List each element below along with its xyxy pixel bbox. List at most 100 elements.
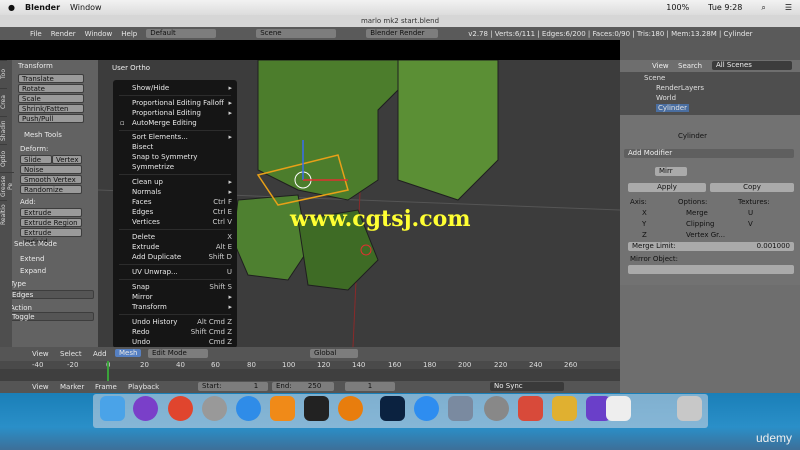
extrude-indiv-button[interactable]: Extrude Individ... bbox=[20, 228, 82, 246]
window-menu-blender[interactable]: Window bbox=[85, 30, 113, 38]
vertex-button[interactable]: Vertex bbox=[52, 155, 82, 164]
merge-checkbox[interactable]: Merge bbox=[686, 209, 708, 217]
sync-select[interactable]: No Sync bbox=[490, 382, 564, 391]
rotate-button[interactable]: Rotate bbox=[18, 84, 84, 93]
apple-icon[interactable]: ● bbox=[8, 3, 15, 12]
vertex-groups-checkbox[interactable]: Vertex Gr... bbox=[686, 231, 725, 239]
unity-icon[interactable] bbox=[304, 396, 329, 421]
menu-item-mirror[interactable]: Mirror ▸ bbox=[113, 292, 237, 302]
document-icon[interactable] bbox=[606, 396, 631, 421]
drink-icon[interactable] bbox=[518, 396, 543, 421]
view-menu[interactable]: View bbox=[32, 350, 49, 358]
texture-u-checkbox[interactable]: U bbox=[748, 209, 753, 217]
current-frame-field[interactable]: 1 bbox=[345, 382, 395, 391]
menu-item-sort-elements[interactable]: Sort Elements... ▸ bbox=[113, 132, 237, 142]
timeline[interactable]: -40 -20 0 20 40 60 80 100 120 140 160 18… bbox=[0, 361, 620, 381]
merge-limit-field[interactable]: Merge Limit: 0.001000 bbox=[628, 242, 794, 251]
end-frame-field[interactable]: End: 250 bbox=[272, 382, 334, 391]
finder-icon[interactable] bbox=[100, 396, 125, 421]
axis-z-checkbox[interactable]: Z bbox=[642, 231, 647, 239]
extrude-button[interactable]: Extrude bbox=[20, 208, 82, 217]
expand-checkbox[interactable]: Expand bbox=[20, 267, 46, 275]
menu-item-automerge[interactable]: ▫ AutoMerge Editing bbox=[113, 118, 237, 128]
search-icon[interactable]: ⌕ bbox=[761, 3, 765, 13]
system-preferences-icon[interactable] bbox=[484, 396, 509, 421]
extrude-region-button[interactable]: Extrude Region bbox=[20, 218, 82, 227]
add-menu[interactable]: Add bbox=[93, 350, 107, 358]
help-menu[interactable]: Help bbox=[121, 30, 137, 38]
playhead[interactable] bbox=[107, 361, 109, 381]
trash-icon[interactable] bbox=[677, 396, 702, 421]
render-menu[interactable]: Render bbox=[51, 30, 76, 38]
tl-view-menu[interactable]: View bbox=[32, 383, 49, 391]
vlc-icon[interactable] bbox=[270, 396, 295, 421]
modifier-name-field[interactable]: Mirr bbox=[655, 167, 687, 176]
engine-select[interactable]: Blender Render bbox=[366, 29, 439, 38]
menu-item-transform[interactable]: Transform ▸ bbox=[113, 302, 237, 312]
menu-item-undo-history[interactable]: Undo History Alt Cmd Z bbox=[113, 317, 237, 327]
menu-item-extrude[interactable]: Extrude Alt E bbox=[113, 242, 237, 252]
tab-grease-pencil[interactable]: Grease Pe bbox=[0, 172, 14, 200]
smooth-button[interactable]: Smooth Vertex bbox=[20, 175, 82, 184]
menu-list-icon[interactable]: ☰ bbox=[785, 3, 792, 12]
scale-button[interactable]: Scale bbox=[18, 94, 84, 103]
menu-item-snap-symmetry[interactable]: Snap to Symmetry bbox=[113, 152, 237, 162]
outliner-item[interactable]: Cylinder bbox=[656, 104, 689, 112]
app-menu[interactable]: Blender bbox=[25, 3, 60, 12]
outliner-scene-select[interactable]: All Scenes bbox=[712, 61, 792, 70]
tab-shading[interactable]: Shadin bbox=[0, 116, 7, 144]
texture-v-checkbox[interactable]: V bbox=[748, 220, 753, 228]
copy-button[interactable]: Copy bbox=[710, 183, 794, 192]
action-select[interactable]: Toggle bbox=[8, 312, 94, 321]
menu-item-snap[interactable]: Snap Shift S bbox=[113, 282, 237, 292]
slide-edge-button[interactable]: Slide Ed bbox=[20, 155, 52, 173]
menu-item-prop-editing[interactable]: Proportional Editing ▸ bbox=[113, 108, 237, 118]
tab-tools[interactable]: Too bbox=[0, 60, 7, 88]
fruit-icon[interactable] bbox=[552, 396, 577, 421]
layout-select[interactable]: Default bbox=[146, 29, 217, 38]
orientation-select[interactable]: Global bbox=[310, 349, 358, 358]
menu-item-clean-up[interactable]: Clean up ▸ bbox=[113, 177, 237, 187]
clock[interactable]: Tue 9:28 bbox=[708, 3, 742, 12]
chrome-icon[interactable] bbox=[168, 396, 193, 421]
outliner-view-menu[interactable]: View bbox=[652, 62, 669, 70]
menu-item-symmetrize[interactable]: Symmetrize bbox=[113, 162, 237, 172]
menu-item-undo[interactable]: Undo Cmd Z bbox=[113, 337, 237, 347]
menu-item-prop-falloff[interactable]: Proportional Editing Falloff ▸ bbox=[113, 98, 237, 108]
menu-item-redo[interactable]: Redo Shift Cmd Z bbox=[113, 327, 237, 337]
transform-header[interactable]: Transform bbox=[18, 62, 53, 70]
add-modifier-select[interactable]: Add Modifier bbox=[624, 149, 794, 158]
extend-checkbox[interactable]: Extend bbox=[20, 255, 45, 263]
mesh-menu-button[interactable]: Mesh bbox=[115, 349, 142, 357]
tab-create[interactable]: Crea bbox=[0, 88, 7, 116]
mirror-object-field[interactable] bbox=[628, 265, 794, 274]
outliner-item[interactable]: RenderLayers bbox=[656, 84, 704, 92]
photoshop-icon[interactable] bbox=[380, 396, 405, 421]
push-button[interactable]: Push/Pull bbox=[18, 114, 84, 123]
axis-y-checkbox[interactable]: Y bbox=[642, 220, 646, 228]
translate-button[interactable]: Translate bbox=[18, 74, 84, 83]
menu-item-edges[interactable]: Edges Ctrl E bbox=[113, 207, 237, 217]
preview-icon[interactable] bbox=[448, 396, 473, 421]
menu-item-add-duplicate[interactable]: Add Duplicate Shift D bbox=[113, 252, 237, 262]
select-menu[interactable]: Select bbox=[60, 350, 82, 358]
tl-frame-menu[interactable]: Frame bbox=[95, 383, 117, 391]
tl-playback-menu[interactable]: Playback bbox=[128, 383, 159, 391]
outliner-search-menu[interactable]: Search bbox=[678, 62, 702, 70]
type-select[interactable]: Edges bbox=[8, 290, 94, 299]
mesh-tools-header[interactable]: Mesh Tools bbox=[24, 131, 62, 139]
scene-select[interactable]: Scene bbox=[256, 29, 337, 38]
menu-item-show-hide[interactable]: Show/Hide ▸ bbox=[113, 83, 237, 93]
menu-item-normals[interactable]: Normals ▸ bbox=[113, 187, 237, 197]
axis-x-checkbox[interactable]: X bbox=[642, 209, 647, 217]
app-store-icon[interactable] bbox=[414, 396, 439, 421]
outliner-item[interactable]: Scene bbox=[644, 74, 665, 82]
start-frame-field[interactable]: Start: 1 bbox=[198, 382, 268, 391]
tab-realtime[interactable]: Realtio bbox=[0, 200, 7, 228]
file-menu[interactable]: File bbox=[30, 30, 42, 38]
shrink-button[interactable]: Shrink/Fatten bbox=[18, 104, 84, 113]
menu-item-uv-unwrap[interactable]: UV Unwrap... U bbox=[113, 267, 237, 277]
window-menu[interactable]: Window bbox=[70, 3, 102, 12]
noise-button[interactable]: Noise bbox=[20, 165, 82, 174]
menu-item-delete[interactable]: Delete X bbox=[113, 232, 237, 242]
